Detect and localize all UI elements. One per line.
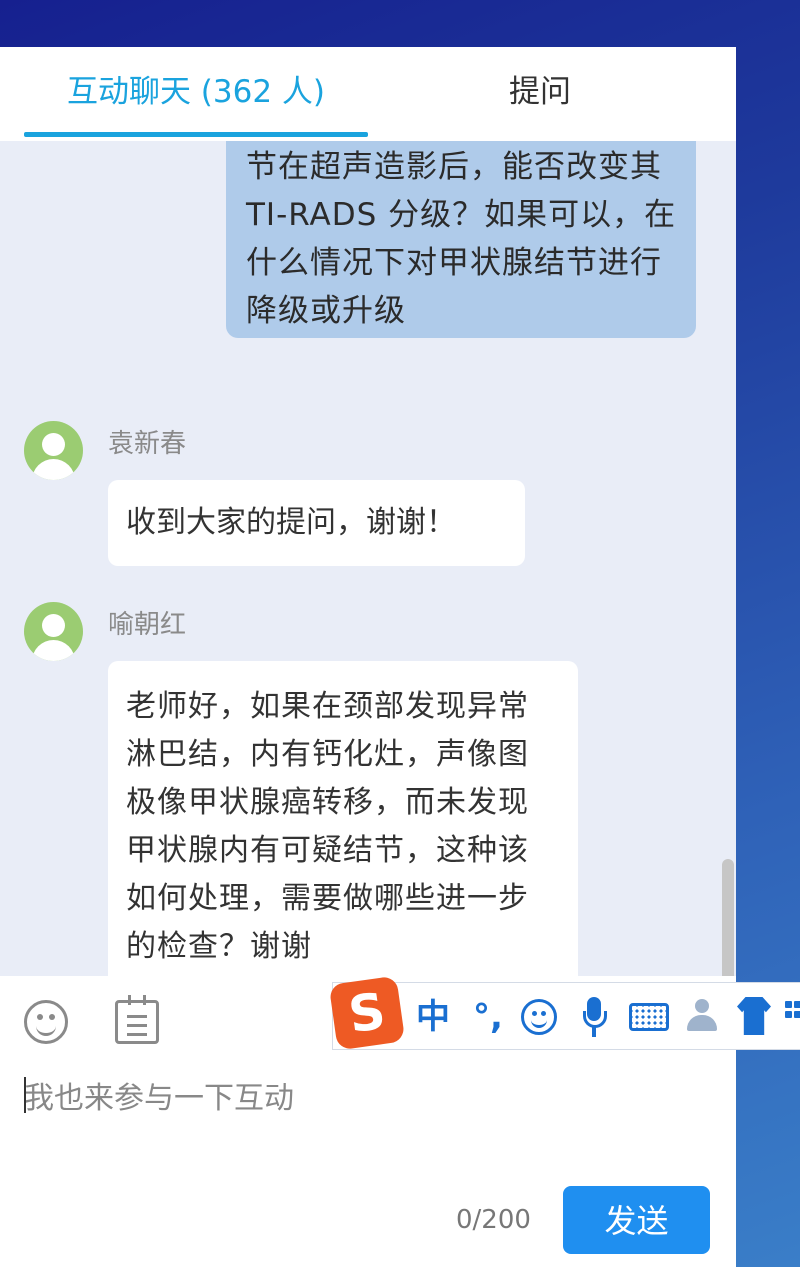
tab-bar: 互动聊天 (362 人) 提问 — [0, 47, 736, 141]
message-input[interactable] — [24, 1073, 714, 1183]
chat-panel: 互动聊天 (362 人) 提问 节在超声造影后，能否改变其TI-RADS 分级？… — [0, 47, 736, 1267]
emoji-icon[interactable] — [24, 1000, 68, 1044]
sogou-logo-icon[interactable]: S — [328, 975, 406, 1051]
skin-shirt-icon[interactable] — [737, 997, 771, 1035]
toolbox-icon[interactable] — [785, 1001, 800, 1033]
ime-toolbar: S 中 °, — [328, 975, 800, 1051]
user-avatar-icon — [24, 421, 83, 480]
ime-language-toggle[interactable]: 中 — [411, 995, 455, 1039]
active-tab-indicator — [24, 132, 368, 137]
message-list[interactable]: 节在超声造影后，能否改变其TI-RADS 分级？如果可以，在什么情况下对甲状腺结… — [0, 141, 736, 976]
user-avatar-icon — [24, 602, 83, 661]
notepad-icon[interactable] — [115, 995, 159, 1044]
keyboard-icon[interactable] — [629, 1003, 669, 1031]
emoji-icon[interactable] — [521, 999, 557, 1035]
tab-interactive-chat[interactable]: 互动聊天 (362 人) — [0, 67, 392, 117]
sender-name: 袁新春 — [108, 429, 187, 459]
character-counter: 0/200 — [456, 1205, 531, 1235]
send-button[interactable]: 发送 — [563, 1186, 710, 1254]
text-caret — [24, 1077, 26, 1113]
tab-questions[interactable]: 提问 — [392, 67, 688, 117]
self-message-bubble: 节在超声造影后，能否改变其TI-RADS 分级？如果可以，在什么情况下对甲状腺结… — [226, 141, 696, 338]
ime-punctuation-toggle[interactable]: °, — [463, 995, 513, 1039]
message-bubble: 老师好，如果在颈部发现异常淋巴结，内有钙化灶，声像图极像甲状腺癌转移，而未发现甲… — [108, 661, 578, 976]
sender-name: 喻朝红 — [108, 610, 187, 640]
message-bubble: 收到大家的提问，谢谢！ — [108, 480, 525, 566]
user-icon[interactable] — [685, 997, 721, 1037]
microphone-icon[interactable] — [583, 997, 607, 1037]
scrollbar-thumb[interactable] — [722, 859, 734, 976]
